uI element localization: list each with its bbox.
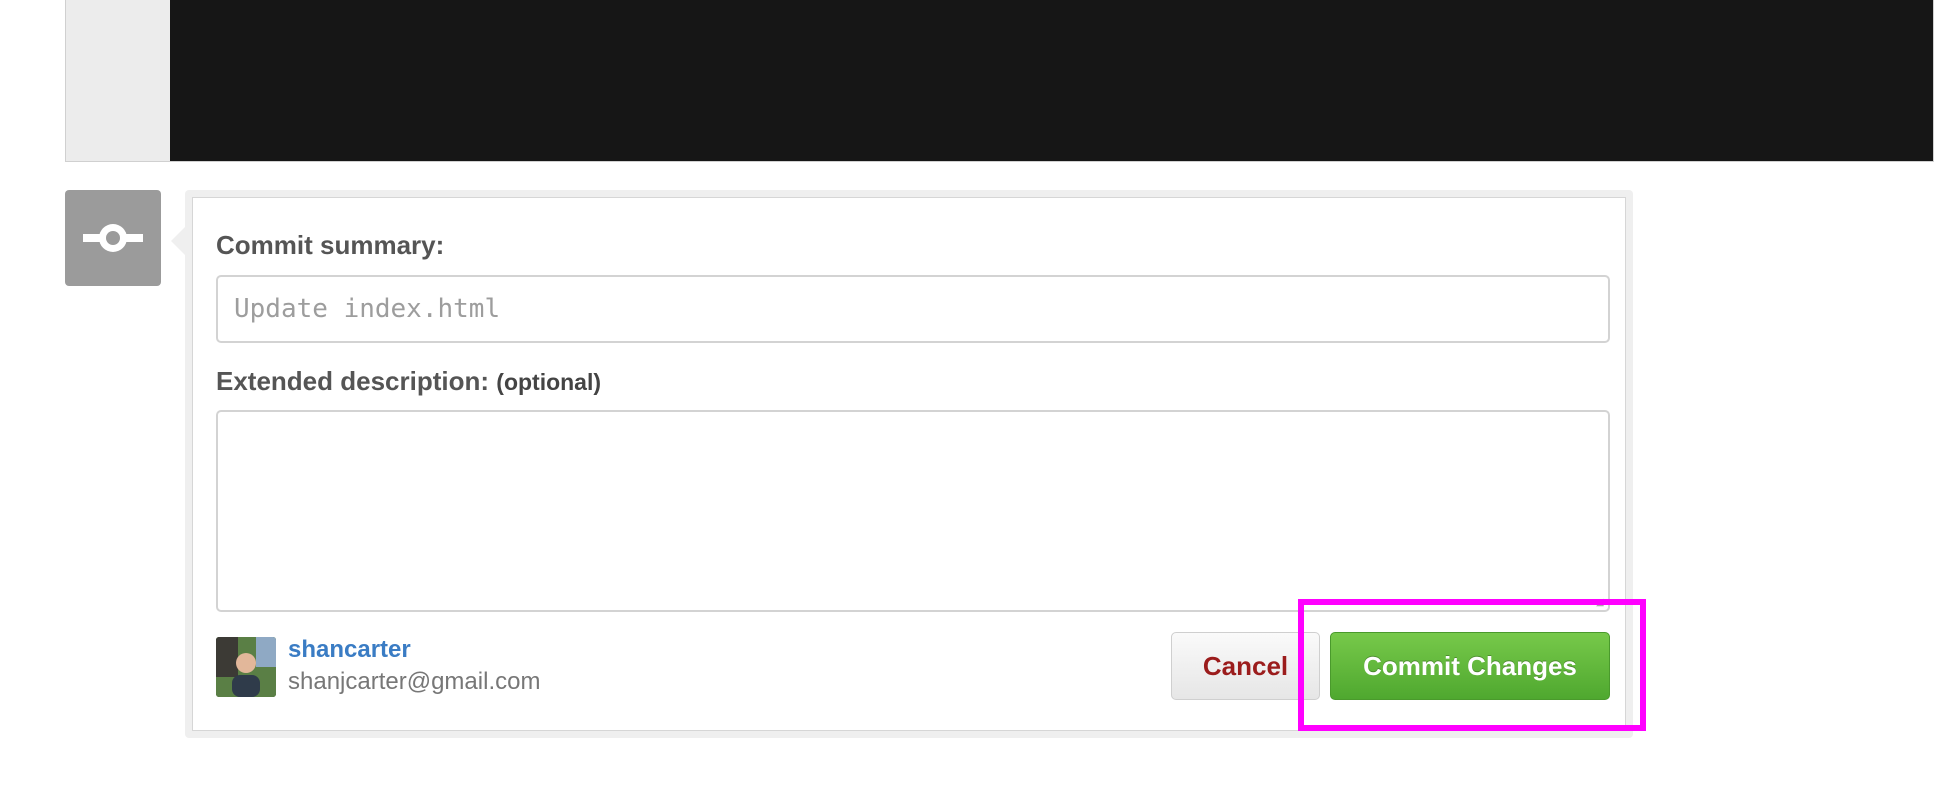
commit-icon: [65, 190, 161, 286]
avatar-image: [216, 637, 276, 697]
code-area[interactable]: [170, 0, 1933, 161]
author-username-link[interactable]: shancarter: [288, 636, 411, 664]
form-pointer-arrow: [171, 226, 186, 256]
extended-description-label-text: Extended description:: [216, 366, 490, 396]
extended-description-label: Extended description: (optional): [216, 366, 601, 397]
line-number-gutter: [66, 0, 170, 161]
resize-handle-icon[interactable]: ◢: [1596, 598, 1606, 608]
commit-summary-label: Commit summary:: [216, 230, 445, 260]
commit-summary-input[interactable]: [216, 275, 1610, 343]
commit-icon-glyph: [83, 224, 143, 252]
extended-description-textarea[interactable]: [216, 410, 1610, 612]
commit-changes-button[interactable]: Commit Changes: [1330, 632, 1610, 700]
optional-tag: (optional): [496, 369, 602, 395]
author-email: shanjcarter@gmail.com: [288, 668, 541, 695]
avatar: [216, 637, 276, 697]
cancel-button[interactable]: Cancel: [1171, 632, 1320, 700]
code-editor: [65, 0, 1934, 162]
